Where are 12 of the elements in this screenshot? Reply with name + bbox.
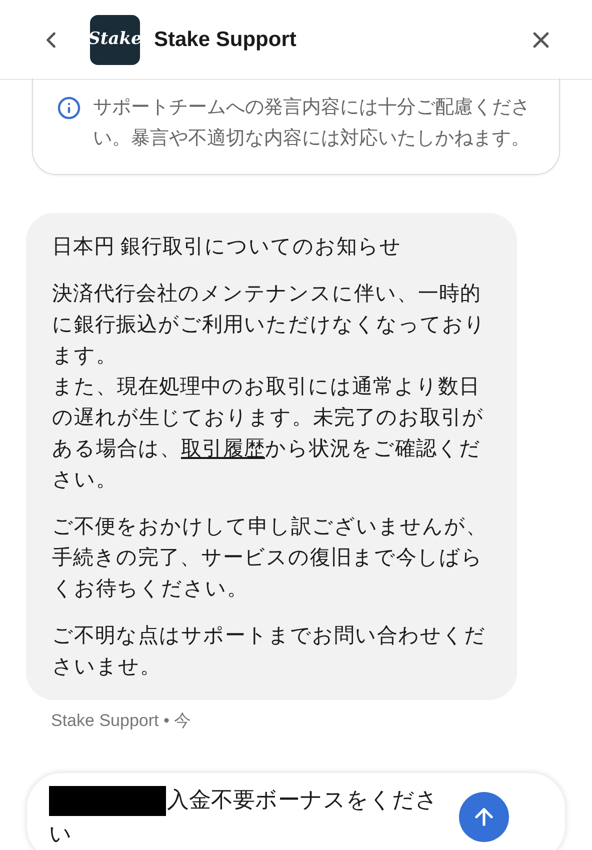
message-text: また、現在処理中のお取引には通常より数日の遅れが生じております。未完了のお取引がある場合は、取引履歴から状況をご確認ください。 <box>52 374 485 493</box>
message-text: ご不便をおかけして申し訳ございませんが、手続きの完了、サービスの復旧まで今しばらくお待ちください。 <box>52 514 488 602</box>
message-text: 日本円 銀行取引についてのお知らせ <box>52 234 403 260</box>
info-icon <box>57 96 81 120</box>
message-meta: Stake Support • 今 <box>51 710 192 732</box>
message-text: 決済代行会社のメンテナンスに伴い、一時的に銀行振込がご利用いただけなくなっております。 <box>52 281 487 369</box>
send-button[interactable] <box>459 792 509 842</box>
message-text: ご不明な点はサポートまでお問い合わせくださいませ。 <box>52 623 487 680</box>
transaction-history-link[interactable]: 取引履歴 <box>181 437 265 460</box>
chat-title: Stake Support <box>154 26 296 53</box>
stake-logo: Stake <box>90 14 140 64</box>
notice-text: サポートチームへの発言内容には十分ご配慮ください。暴言や不適切な内容には対応いたしかねます。 <box>93 96 531 151</box>
